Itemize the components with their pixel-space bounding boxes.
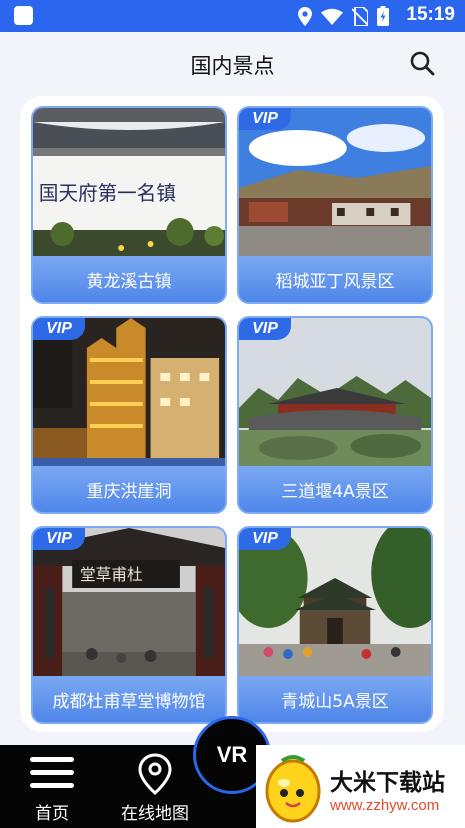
status-time: 15:19 xyxy=(406,4,455,25)
app-notification-icon xyxy=(14,6,33,25)
page-title: 国内景点 xyxy=(190,54,275,78)
nav-home-label: 首页 xyxy=(35,804,69,824)
vip-badge: VIP xyxy=(239,528,291,550)
watermark-logo xyxy=(265,755,321,823)
spot-name: 青城山5A景区 xyxy=(239,676,431,722)
nav-map[interactable]: 在线地图 xyxy=(105,745,205,828)
wifi-icon xyxy=(321,8,343,25)
spot-photo xyxy=(239,108,431,258)
watermark-title: 大米下载站 xyxy=(330,770,445,796)
svg-text:国天府第一名镇: 国天府第一名镇 xyxy=(39,182,176,205)
vip-badge: VIP xyxy=(33,528,85,550)
site-watermark: 大米下载站 www.zzhyw.com xyxy=(256,745,465,828)
vip-badge: VIP xyxy=(239,108,291,130)
vip-badge: VIP xyxy=(33,318,85,340)
spot-name: 重庆洪崖洞 xyxy=(33,466,225,512)
spot-photo xyxy=(239,318,431,468)
status-icons xyxy=(298,6,389,26)
spot-photo: 国天府第一名镇 xyxy=(33,108,225,258)
vip-badge: VIP xyxy=(239,318,291,340)
spot-card-dufu-caotang[interactable]: 堂草甫杜 VIP 成都杜甫草堂博物馆 xyxy=(31,526,227,724)
spots-grid: 国天府第一名镇 黄龙溪古镇 VIP 稻城亚丁风景区 VIP 重庆洪崖洞 VIP … xyxy=(20,96,444,732)
search-icon[interactable] xyxy=(409,50,435,76)
spot-name: 三道堰4A景区 xyxy=(239,466,431,512)
no-sim-icon xyxy=(352,6,368,26)
nav-map-label: 在线地图 xyxy=(121,804,189,824)
location-icon xyxy=(298,6,312,26)
battery-icon xyxy=(377,6,389,26)
spot-card-daocheng[interactable]: VIP 稻城亚丁风景区 xyxy=(237,106,433,304)
spot-name: 成都杜甫草堂博物馆 xyxy=(33,676,225,722)
spot-card-huanglongxi[interactable]: 国天府第一名镇 黄龙溪古镇 xyxy=(31,106,227,304)
spot-name: 稻城亚丁风景区 xyxy=(239,256,431,302)
top-bar: 国内景点 xyxy=(0,32,465,94)
spot-photo xyxy=(33,318,225,468)
watermark-url: www.zzhyw.com xyxy=(330,797,440,814)
map-pin-icon xyxy=(138,753,172,795)
spot-photo: 堂草甫杜 xyxy=(33,528,225,678)
spot-card-qingchengshan[interactable]: VIP 青城山5A景区 xyxy=(237,526,433,724)
nav-home[interactable]: 首页 xyxy=(2,745,102,828)
svg-text:堂草甫杜: 堂草甫杜 xyxy=(80,565,143,584)
spot-card-sandaoyan[interactable]: VIP 三道堰4A景区 xyxy=(237,316,433,514)
spot-card-hongyadong[interactable]: VIP 重庆洪崖洞 xyxy=(31,316,227,514)
status-bar: 15:19 xyxy=(0,0,465,32)
menu-icon xyxy=(30,757,74,788)
spot-name: 黄龙溪古镇 xyxy=(33,256,225,302)
vr-label: VR xyxy=(216,742,248,767)
spot-photo xyxy=(239,528,431,678)
